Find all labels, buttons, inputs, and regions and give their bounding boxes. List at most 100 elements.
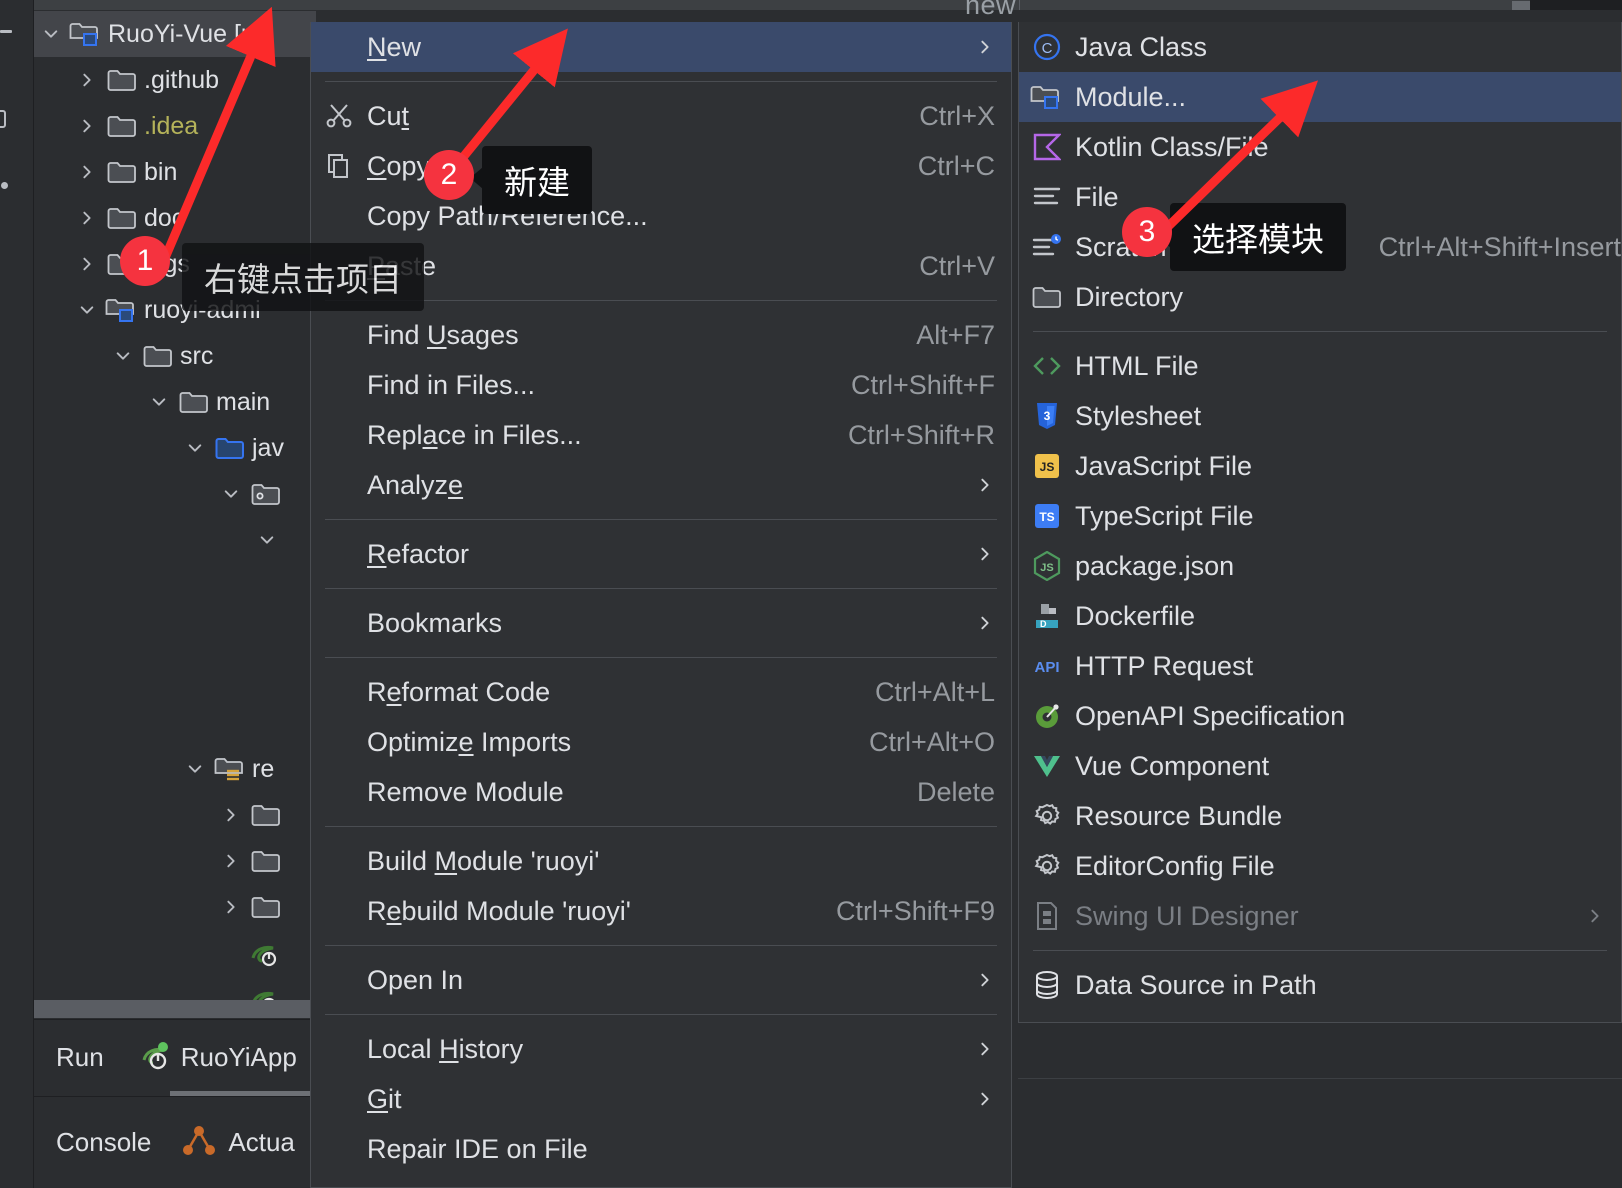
chevron-down-icon[interactable] — [250, 532, 284, 548]
menu-item-repair-ide-on-file[interactable]: Repair IDE on File — [311, 1124, 1011, 1174]
menu-item-local-history[interactable]: Local History — [311, 1024, 1011, 1074]
menu-item-dockerfile[interactable]: D Dockerfile — [1019, 591, 1621, 641]
menu-item-optimize-imports[interactable]: Optimize Imports Ctrl+Alt+O — [311, 717, 1011, 767]
source-folder-icon — [215, 436, 245, 460]
chevron-right-icon[interactable] — [70, 210, 104, 226]
menu-item-analyze[interactable]: Analyze — [311, 460, 1011, 510]
module-folder-icon — [104, 297, 140, 323]
tree-row[interactable] — [34, 884, 316, 930]
menu-item-javascript-file[interactable]: JS JavaScript File — [1019, 441, 1621, 491]
chevron-right-icon[interactable] — [70, 256, 104, 272]
menu-item-reformat-code[interactable]: Reformat Code Ctrl+Alt+L — [311, 667, 1011, 717]
tree-row[interactable]: RuoYi-Vue [ru — [34, 11, 316, 57]
chevron-right-icon — [977, 615, 993, 631]
menu-item-find-usages[interactable]: Find Usages Alt+F7 — [311, 310, 1011, 360]
console-tab-name[interactable]: Actua — [228, 1127, 295, 1158]
menu-item-package-json[interactable]: JS package.json — [1019, 541, 1621, 591]
menu-item-label: OpenAPI Specification — [1075, 700, 1346, 731]
database-icon — [1019, 971, 1075, 999]
menu-item-openapi-specification[interactable]: OpenAPI Specification — [1019, 691, 1621, 741]
tree-row[interactable]: bin — [34, 149, 316, 195]
bullet-icon[interactable] — [1, 182, 8, 189]
run-configuration-name[interactable]: RuoYiApp — [181, 1042, 297, 1073]
menu-item-kotlin-class-file[interactable]: Kotlin Class/File — [1019, 122, 1621, 172]
chevron-down-icon[interactable] — [70, 302, 104, 318]
minimize-icon[interactable] — [0, 30, 12, 33]
scratch-file-icon — [1032, 234, 1062, 260]
tree-row[interactable] — [34, 517, 316, 563]
menu-item-build-module-ruoyi[interactable]: Build Module 'ruoyi' — [311, 836, 1011, 886]
tree-row[interactable]: doc — [34, 195, 316, 241]
tree-row[interactable]: .github — [34, 57, 316, 103]
chevron-down-icon[interactable] — [34, 26, 68, 42]
chevron-down-icon[interactable] — [178, 440, 212, 456]
menu-item-shortcut: Ctrl+X — [919, 100, 995, 131]
run-tool-window-bar[interactable]: Run RuoYiApp — [34, 1019, 317, 1094]
chevron-down-icon[interactable] — [178, 761, 212, 777]
chevron-right-icon[interactable] — [214, 853, 248, 869]
console-tool-bar[interactable]: Console Actua — [34, 1096, 317, 1188]
chevron-right-icon[interactable] — [214, 807, 248, 823]
menu-item-copy[interactable]: Copy Ctrl+C — [311, 141, 1011, 191]
chevron-right-icon[interactable] — [214, 899, 248, 915]
menu-item-html-file[interactable]: HTML File — [1019, 341, 1621, 391]
tree-row[interactable] — [34, 838, 316, 884]
menu-item-label: Rebuild Module 'ruoyi' — [367, 895, 631, 926]
menu-item-git[interactable]: Git — [311, 1074, 1011, 1124]
tree-row[interactable] — [34, 930, 316, 976]
chevron-right-icon[interactable] — [70, 164, 104, 180]
java-class-icon: C — [1032, 32, 1062, 62]
menu-item-rebuild-module-ruoyi[interactable]: Rebuild Module 'ruoyi' Ctrl+Shift+F9 — [311, 886, 1011, 936]
menu-item-new[interactable]: New — [311, 22, 1011, 72]
spring-bean-icon — [248, 938, 284, 968]
tree-row-label: src — [180, 341, 214, 370]
chevron-down-icon[interactable] — [142, 394, 176, 410]
terminal-icon[interactable] — [0, 110, 6, 128]
chevron-right-icon[interactable] — [70, 118, 104, 134]
new-submenu[interactable]: C Java Class Module... Kotlin Class/File Fil… — [1018, 22, 1622, 1023]
tree-horizontal-scrollbar[interactable] — [34, 1000, 317, 1018]
tree-row[interactable]: src — [34, 333, 316, 379]
menu-item-http-request[interactable]: API HTTP Request — [1019, 641, 1621, 691]
menu-item-label: Directory — [1075, 281, 1184, 312]
menu-item-directory[interactable]: Directory — [1019, 272, 1621, 322]
menu-item-vue-component[interactable]: Vue Component — [1019, 741, 1621, 791]
menu-item-label: Find in Files... — [367, 369, 536, 400]
tree-row[interactable] — [34, 792, 316, 838]
project-tree-lower[interactable]: re — [34, 746, 316, 1022]
project-context-menu[interactable]: New Cut Ctrl+X Copy Ctrl+C Copy Path/Referenc… — [310, 22, 1012, 1188]
menu-item-replace-in-files[interactable]: Replace in Files... Ctrl+Shift+R — [311, 410, 1011, 460]
chevron-right-icon[interactable] — [70, 72, 104, 88]
tree-row-label: re — [252, 754, 275, 783]
menu-item-module[interactable]: Module... — [1019, 72, 1621, 122]
menu-item-cut[interactable]: Cut Ctrl+X — [311, 91, 1011, 141]
chevron-down-icon[interactable] — [106, 348, 140, 364]
menu-item-resource-bundle[interactable]: Resource Bundle — [1019, 791, 1621, 841]
svg-text:JS: JS — [1040, 460, 1055, 474]
menu-item-typescript-file[interactable]: TS TypeScript File — [1019, 491, 1621, 541]
folder-icon — [251, 895, 281, 919]
tree-row[interactable]: re — [34, 746, 316, 792]
menu-item-open-in[interactable]: Open In — [311, 955, 1011, 1005]
package-folder-icon — [248, 482, 284, 506]
menu-separator — [1033, 950, 1607, 951]
toprail-divider — [1019, 0, 1020, 10]
tree-row[interactable]: .idea — [34, 103, 316, 149]
folder-icon — [104, 68, 140, 92]
menu-item-editorconfig-file[interactable]: EditorConfig File — [1019, 841, 1621, 891]
menu-item-data-source-in-path[interactable]: Data Source in Path — [1019, 960, 1621, 1010]
chevron-down-icon[interactable] — [214, 486, 248, 502]
menu-item-shortcut: Ctrl+Alt+O — [868, 726, 995, 757]
menu-item-find-in-files[interactable]: Find in Files... Ctrl+Shift+F — [311, 360, 1011, 410]
tree-row[interactable] — [34, 471, 316, 517]
menu-item-copy-path-reference[interactable]: Copy Path/Reference... — [311, 191, 1011, 241]
menu-item-java-class[interactable]: C Java Class — [1019, 22, 1621, 72]
menu-item-label: Build Module 'ruoyi' — [367, 845, 600, 876]
menu-item-refactor[interactable]: Refactor — [311, 529, 1011, 579]
horizontal-scrollbar-track[interactable] — [34, 0, 1622, 10]
menu-item-remove-module[interactable]: Remove Module Delete — [311, 767, 1011, 817]
menu-item-bookmarks[interactable]: Bookmarks — [311, 598, 1011, 648]
menu-item-stylesheet[interactable]: 3 Stylesheet — [1019, 391, 1621, 441]
tree-row[interactable]: main — [34, 379, 316, 425]
tree-row[interactable]: jav — [34, 425, 316, 471]
